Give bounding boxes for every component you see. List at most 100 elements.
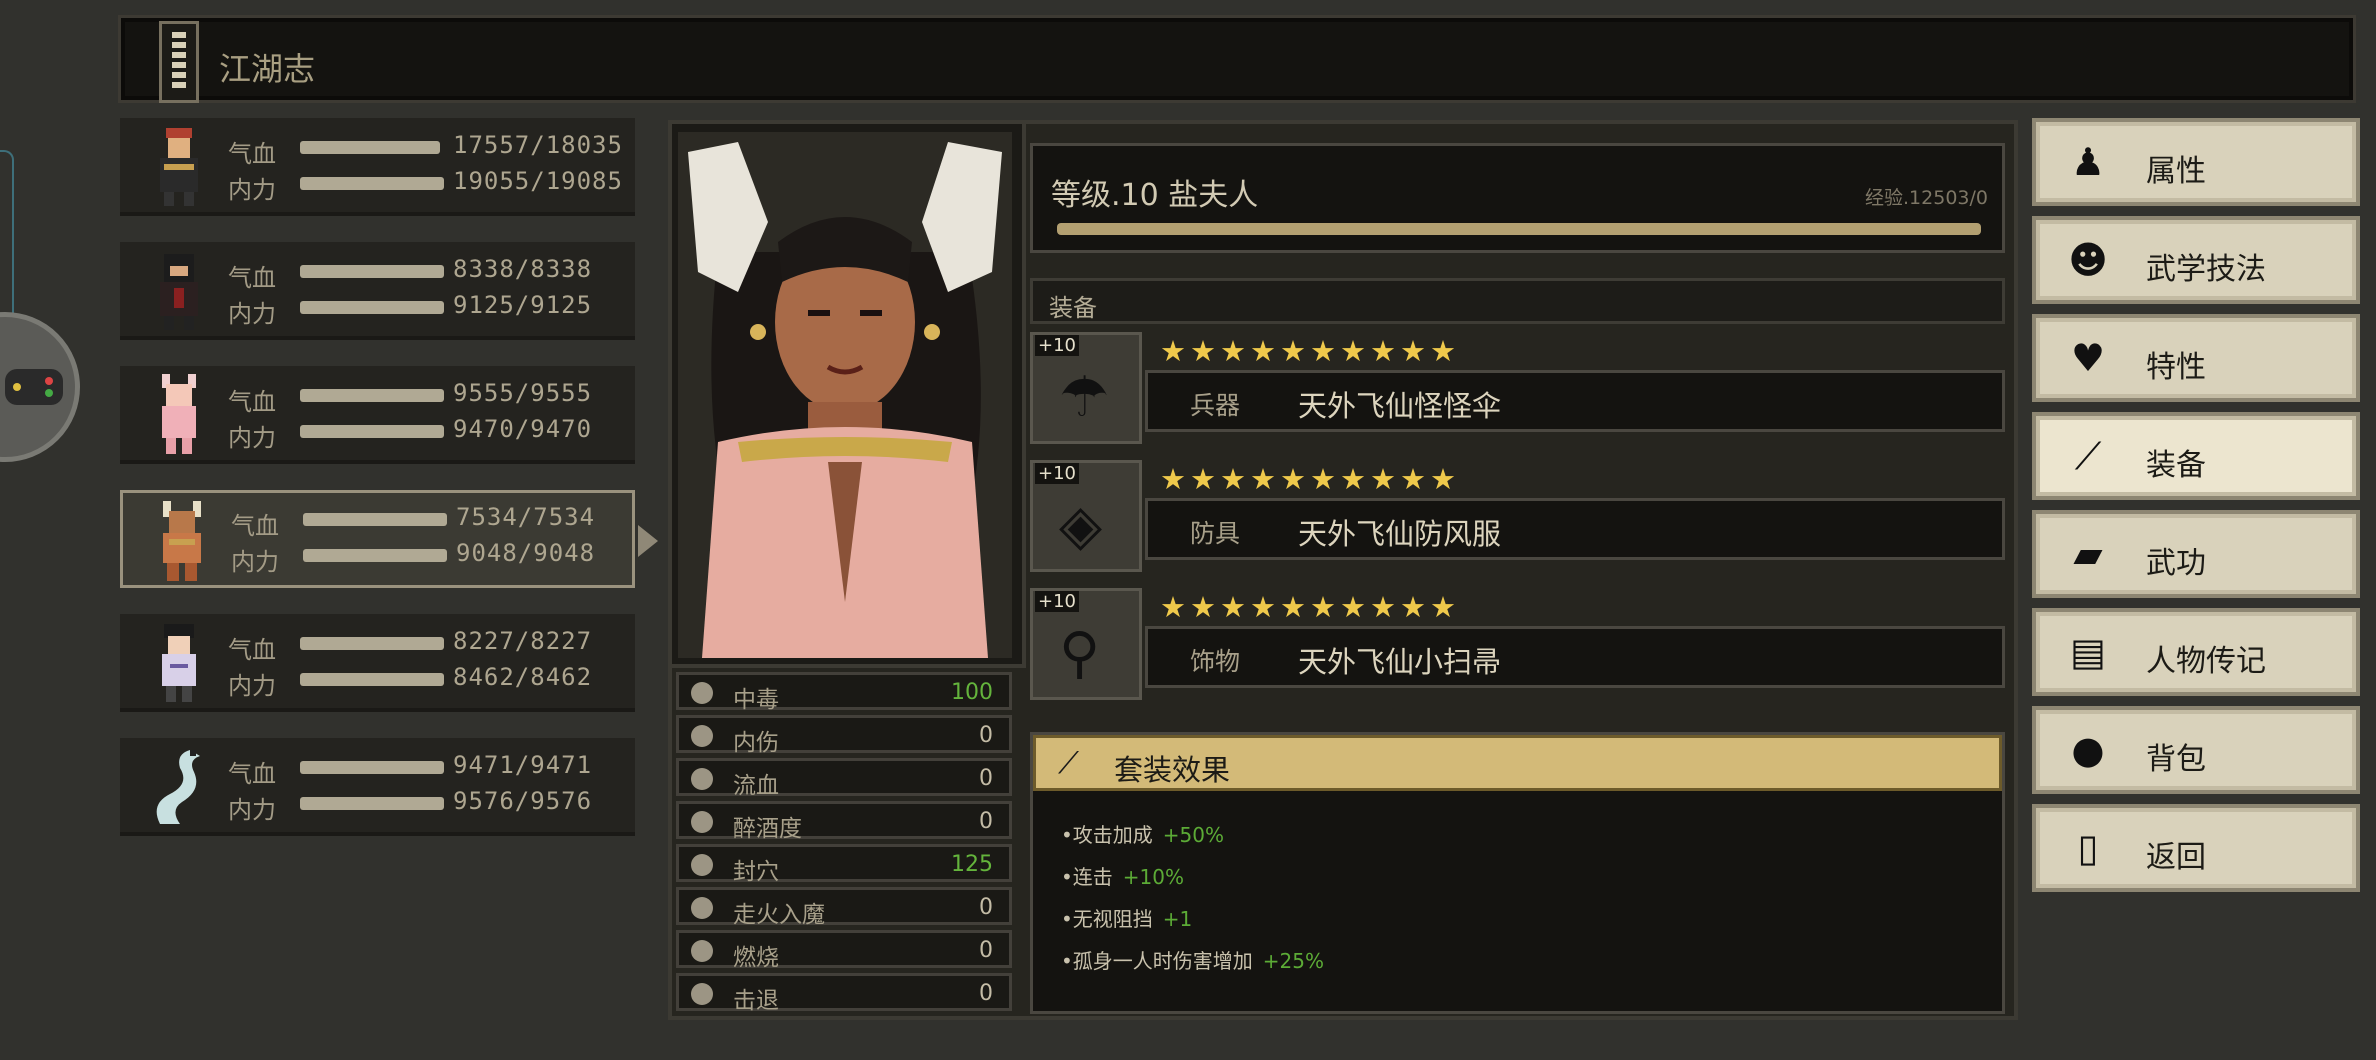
fire-icon — [691, 940, 713, 962]
demon-face-icon — [691, 897, 713, 919]
status-row-seal: 封穴 125 — [676, 844, 1012, 885]
effect-text: •孤身一人时伤害增加 — [1061, 949, 1253, 973]
equipment-type: 兵器 — [1190, 391, 1241, 420]
equipment-info: 饰物 天外飞仙小扫帚 — [1145, 626, 2005, 688]
bag-icon: ● — [2071, 728, 2105, 772]
star-rating: ★ ★ ★ ★ ★ ★ ★ ★ ★ ★ — [1160, 462, 1456, 496]
menu-button-equipment[interactable]: ⟋ 装备 — [2032, 412, 2360, 500]
mp-value: 9048/9048 — [456, 539, 596, 567]
status-value: 0 — [979, 938, 993, 963]
mp-bar — [300, 177, 444, 190]
status-label: 内伤 — [733, 730, 779, 756]
skull-icon — [691, 682, 713, 704]
equipment-slot-weapon[interactable]: +10 ☂ ★ ★ ★ ★ ★ ★ ★ ★ ★ ★ 兵器 天外飞仙怪怪伞 — [1030, 332, 2005, 448]
menu-label: 武学技法 — [2146, 252, 2266, 287]
hp-label: 气血 — [228, 388, 276, 416]
gamepad-icon — [5, 369, 63, 405]
star-rating: ★ ★ ★ ★ ★ ★ ★ ★ ★ ★ — [1160, 590, 1456, 624]
equipment-icon-slot[interactable]: +10 ☂ — [1030, 332, 1142, 444]
character-avatar — [162, 624, 196, 702]
set-bonus-title: 套装效果 — [1114, 753, 1231, 787]
menu-button-biography[interactable]: ▤ 人物传记 — [2032, 608, 2360, 696]
equipment-name: 天外飞仙怪怪伞 — [1298, 389, 1502, 423]
selection-arrow-icon — [638, 525, 658, 557]
scroll-icon: ▤ — [2070, 630, 2106, 674]
star-rating: ★ ★ ★ ★ ★ ★ ★ ★ ★ ★ — [1160, 334, 1456, 368]
broom-icon: ⚲ — [1059, 621, 1101, 686]
window-title: 江湖志 — [219, 50, 316, 88]
status-row-drunk: 醉酒度 0 — [676, 801, 1012, 842]
mp-value: 9125/9125 — [453, 291, 593, 319]
mp-bar — [300, 797, 444, 810]
equipment-slot-armor[interactable]: +10 ◈ ★ ★ ★ ★ ★ ★ ★ ★ ★ ★ 防具 天外飞仙防风服 — [1030, 460, 2005, 576]
equipment-icon-slot[interactable]: +10 ◈ — [1030, 460, 1142, 572]
hp-label: 气血 — [228, 140, 276, 168]
equipment-slot-accessory[interactable]: +10 ⚲ ★ ★ ★ ★ ★ ★ ★ ★ ★ ★ 饰物 天外飞仙小扫帚 — [1030, 588, 2005, 704]
hp-bar — [300, 141, 440, 154]
status-label: 走火入魔 — [733, 902, 825, 928]
acupoint-icon — [691, 854, 713, 876]
martial-arts-icon: ☻ — [2068, 238, 2108, 282]
sword-icon: ⟋ — [1058, 746, 1079, 781]
equipment-name: 天外飞仙小扫帚 — [1298, 645, 1502, 679]
menu-label: 人物传记 — [2146, 644, 2266, 679]
menu-button-martial-arts[interactable]: ▰ 武功 — [2032, 510, 2360, 598]
party-member-card[interactable]: 气血 8338/8338 内力 9125/9125 — [120, 242, 635, 340]
sword-icon: ⟋ — [2074, 434, 2102, 478]
status-row-bleed: 流血 0 — [676, 758, 1012, 799]
level-box: 等级.10 盐夫人 经验.12503/0 — [1030, 143, 2005, 253]
effect-text: •攻击加成 — [1061, 823, 1153, 847]
blood-drop-icon — [691, 768, 713, 790]
mp-label: 内力 — [228, 424, 276, 452]
party-member-card[interactable]: 气血 9555/9555 内力 9470/9470 — [120, 366, 635, 464]
status-label: 流血 — [733, 773, 779, 799]
menu-label: 返回 — [2146, 840, 2206, 875]
mp-value: 9576/9576 — [453, 787, 593, 815]
hp-bar — [303, 513, 447, 526]
character-level-name: 等级.10 盐夫人 — [1051, 178, 1259, 213]
trait-icon: ♥ — [2070, 336, 2106, 380]
gamepad-overlay-button[interactable] — [0, 312, 80, 462]
menu-button-attributes[interactable]: ♟ 属性 — [2032, 118, 2360, 206]
umbrella-icon: ☂ — [1059, 365, 1110, 430]
party-member-card[interactable]: 气血 9471/9471 内力 9576/9576 — [120, 738, 635, 836]
status-value: 0 — [979, 723, 993, 748]
menu-button-backpack[interactable]: ● 背包 — [2032, 706, 2360, 794]
effect-bonus: +10% — [1122, 865, 1185, 889]
equipment-name: 天外飞仙防风服 — [1298, 517, 1502, 551]
menu-button-back[interactable]: ▯ 返回 — [2032, 804, 2360, 892]
hp-value: 9471/9471 — [453, 751, 593, 779]
boot-icon — [691, 983, 713, 1005]
status-label: 燃烧 — [733, 945, 779, 971]
party-member-card-selected[interactable]: 气血 7534/7534 内力 9048/9048 — [120, 490, 658, 588]
party-member-card[interactable]: 气血 8227/8227 内力 8462/8462 — [120, 614, 635, 712]
character-avatar — [162, 374, 196, 454]
effect-bonus: +25% — [1262, 949, 1325, 973]
experience-text: 经验.12503/0 — [1865, 187, 1988, 209]
mp-label: 内力 — [228, 672, 276, 700]
set-effect: •孤身一人时伤害增加 +25% — [1061, 945, 1324, 974]
hp-label: 气血 — [228, 760, 276, 788]
equipment-header: 装备 — [1030, 278, 2005, 324]
menu-label: 武功 — [2146, 546, 2206, 581]
status-label: 击退 — [733, 988, 779, 1014]
mp-value: 19055/19085 — [453, 167, 623, 195]
hp-bar — [300, 389, 444, 402]
menu-label: 装备 — [2146, 448, 2206, 483]
character-avatar — [156, 750, 200, 824]
status-row-qi-deviation: 走火入魔 0 — [676, 887, 1012, 928]
hp-label: 气血 — [231, 512, 279, 540]
menu-button-martial-techniques[interactable]: ☻ 武学技法 — [2032, 216, 2360, 304]
status-row-burn: 燃烧 0 — [676, 930, 1012, 971]
set-effect: •攻击加成 +50% — [1061, 819, 1224, 848]
effect-text: •无视阻挡 — [1061, 907, 1153, 931]
equipment-icon-slot[interactable]: +10 ⚲ — [1030, 588, 1142, 700]
hp-label: 气血 — [228, 264, 276, 292]
menu-button-traits[interactable]: ♥ 特性 — [2032, 314, 2360, 402]
set-effect: •无视阻挡 +1 — [1061, 903, 1192, 932]
party-member-card[interactable]: 气血 17557/18035 内力 19055/19085 — [120, 118, 635, 216]
status-value: 0 — [979, 809, 993, 834]
cloak-icon: ◈ — [1059, 493, 1103, 558]
enhance-level: +10 — [1035, 591, 1079, 612]
set-bonus-panel: ⟋ 套装效果 •攻击加成 +50% •连击 +10% •无视阻挡 +1 •孤身一人时伤… — [1030, 732, 2005, 1014]
